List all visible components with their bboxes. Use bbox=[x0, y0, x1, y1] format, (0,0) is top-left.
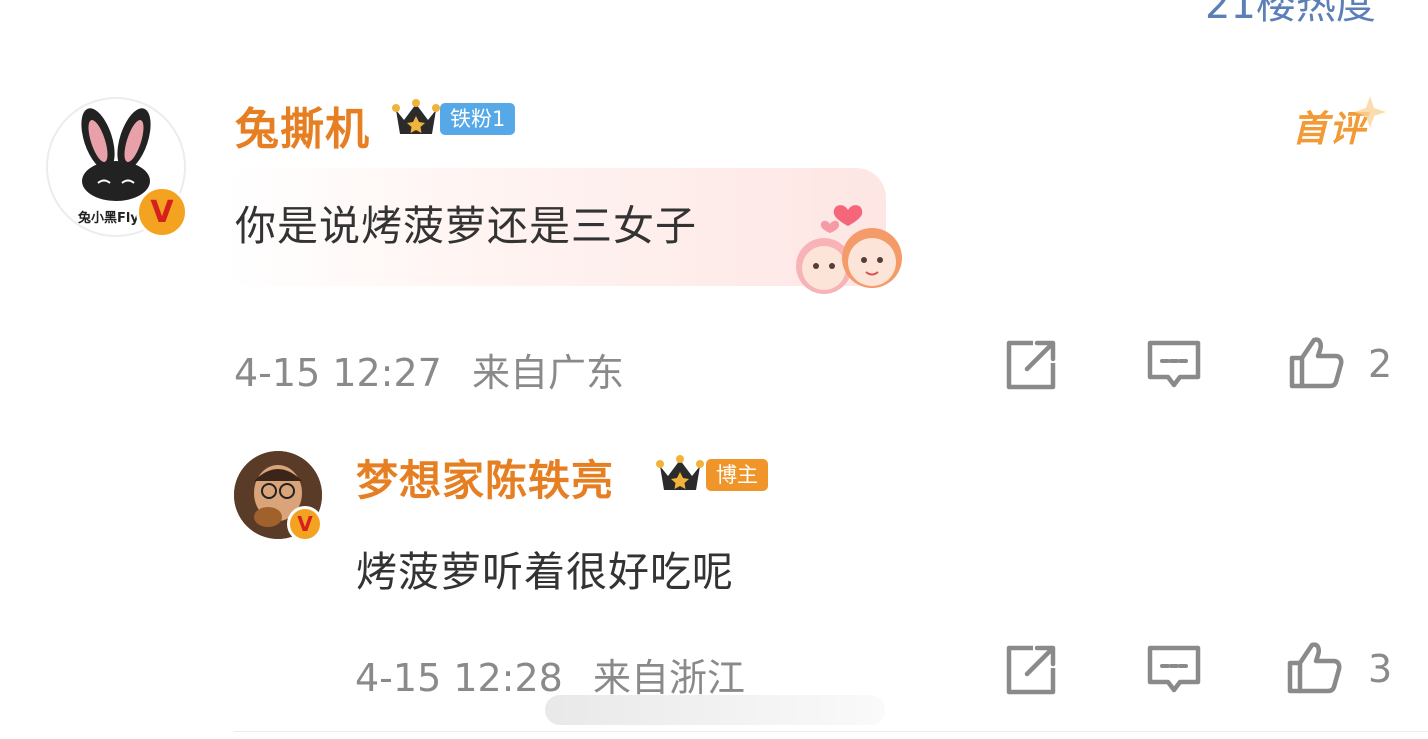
couple-sticker-icon bbox=[796, 205, 902, 294]
comment-text: 你是说烤菠萝还是三女子 bbox=[235, 202, 697, 250]
username[interactable]: 兔撕机 bbox=[235, 93, 370, 157]
comment-text: 烤菠萝听着很好吃呢 bbox=[356, 548, 734, 596]
comment-icon[interactable] bbox=[1146, 337, 1202, 393]
watermark bbox=[545, 695, 885, 725]
like-icon[interactable] bbox=[1288, 334, 1344, 390]
comment-location: 来自广东 bbox=[471, 351, 624, 395]
like-count: 3 bbox=[1368, 647, 1393, 691]
share-icon[interactable] bbox=[1003, 337, 1059, 393]
comment-meta: 4-15 12:27 来自广东 bbox=[234, 342, 624, 397]
crown-icon bbox=[656, 455, 704, 490]
verified-icon: V bbox=[287, 506, 323, 542]
fan-level-badge: 铁粉1 bbox=[440, 103, 516, 135]
share-icon[interactable] bbox=[1003, 642, 1059, 698]
comment-meta: 4-15 12:28 来自浙江 bbox=[355, 647, 745, 702]
comment-icon[interactable] bbox=[1146, 642, 1202, 698]
comment-date: 4-15 12:27 bbox=[234, 351, 442, 395]
username[interactable]: 梦想家陈轶亮 bbox=[356, 447, 614, 508]
divider bbox=[234, 731, 1428, 732]
sparkle-icon bbox=[1354, 96, 1386, 128]
comment-date: 4-15 12:28 bbox=[355, 656, 563, 700]
like-count: 2 bbox=[1368, 342, 1393, 386]
verified-icon: V bbox=[136, 186, 188, 238]
like-icon[interactable] bbox=[1286, 639, 1342, 695]
avatar-caption: 兔小黑Fly bbox=[78, 211, 139, 226]
crown-icon bbox=[392, 99, 440, 134]
host-badge: 博主 bbox=[706, 459, 768, 491]
comment-location: 来自浙江 bbox=[592, 656, 745, 700]
hot-ranking-label: 21楼热度 bbox=[1205, 0, 1376, 28]
